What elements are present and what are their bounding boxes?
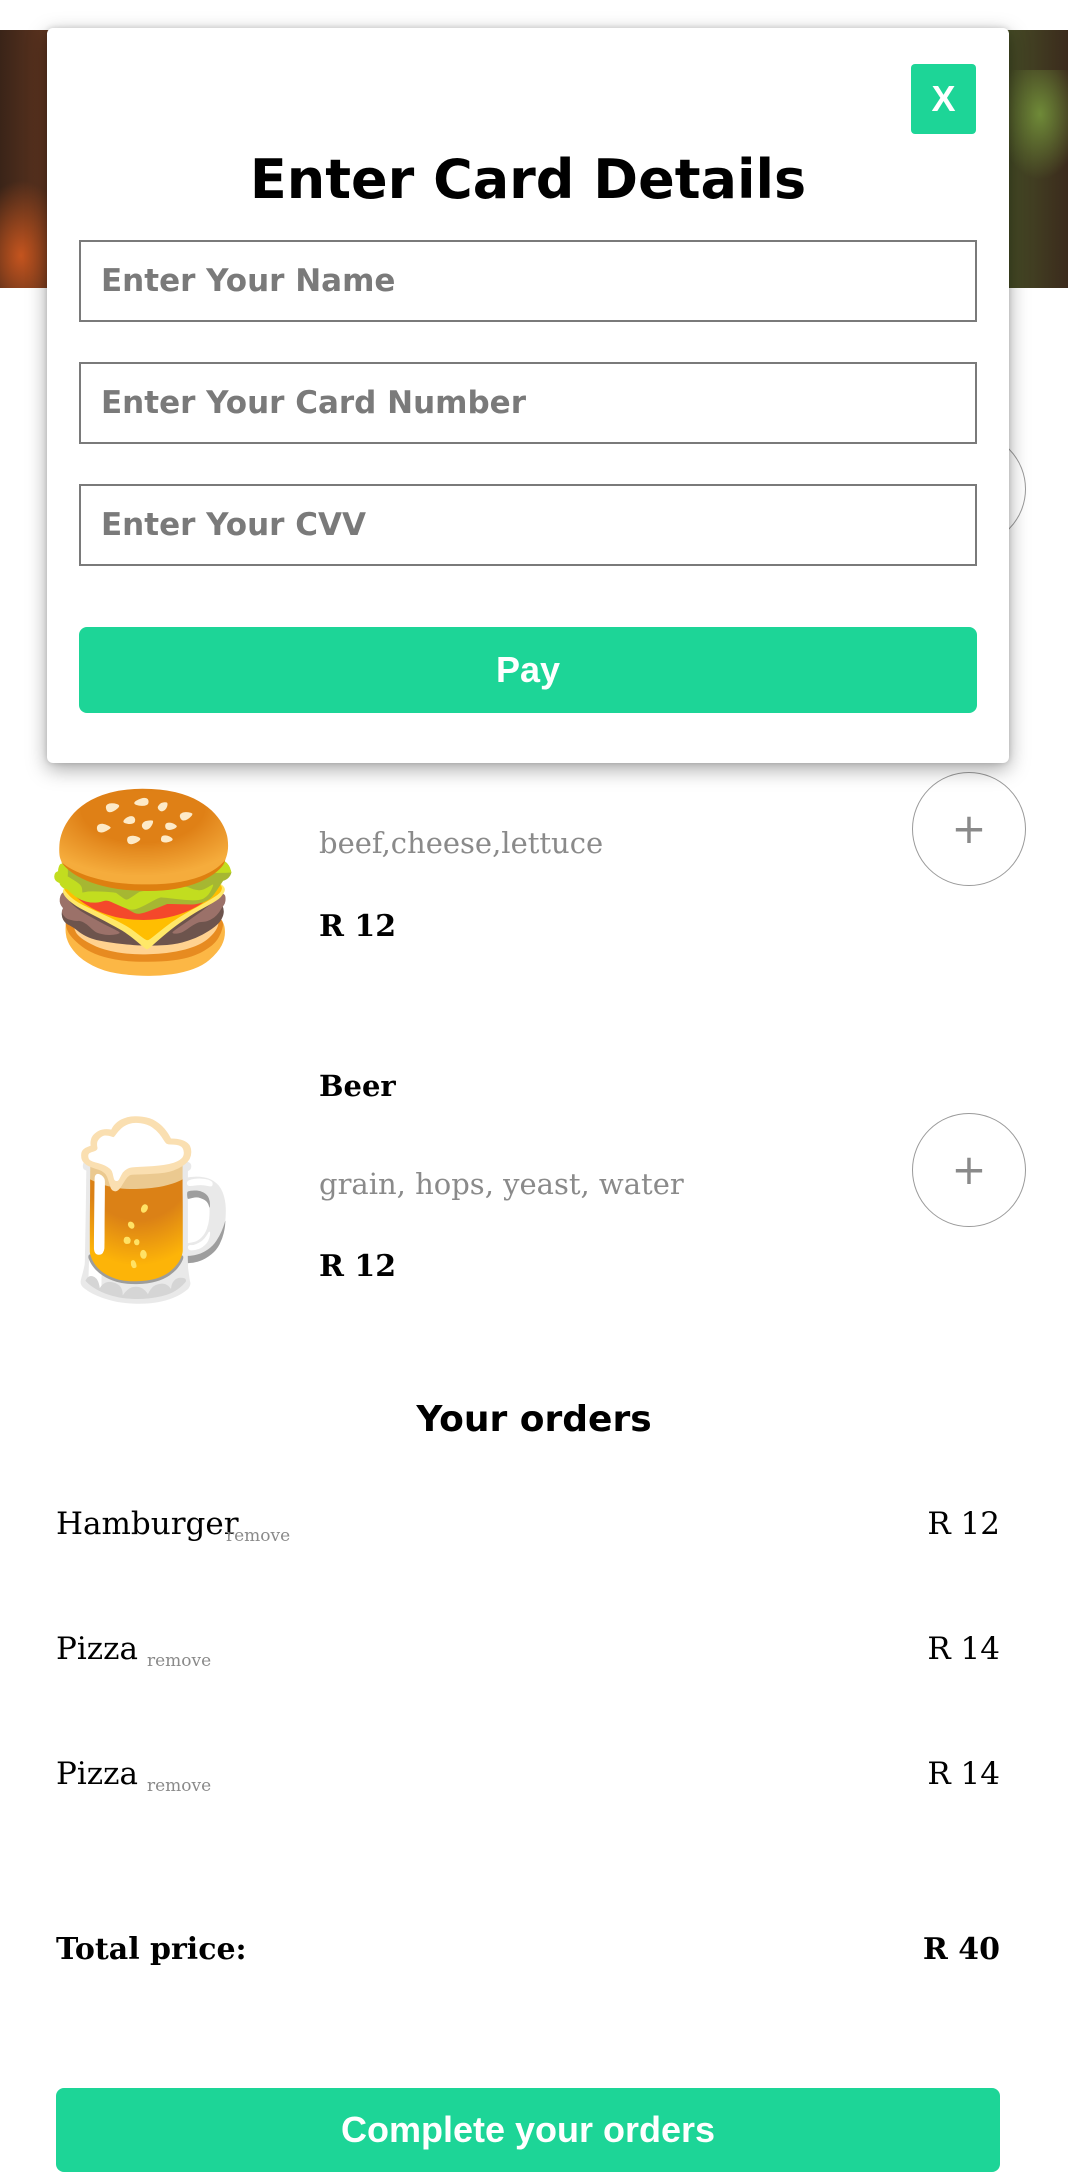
complete-orders-button[interactable]: Complete your orders [56,2088,1000,2172]
remove-link[interactable]: remove [147,1776,211,1796]
item-description: grain, hops, yeast, water [319,1167,684,1201]
order-row: Hamburger remove R 12 [56,1506,1000,1556]
order-price: R 14 [927,1756,1000,1792]
order-price: R 12 [927,1506,1000,1542]
order-name: Hamburger [56,1506,239,1542]
item-price: R 12 [319,1249,397,1284]
menu-item: 🍔 beef,cheese,lettuce R 12 + [0,770,1068,1030]
hamburger-image: 🍔 [38,784,250,982]
add-beer-button[interactable]: + [912,1113,1026,1227]
total-price-value: R 40 [922,1932,1000,1967]
card-details-modal: X Enter Card Details Pay [47,28,1009,763]
order-price: R 14 [927,1631,1000,1667]
add-hamburger-button[interactable]: + [912,772,1026,886]
cvv-input[interactable] [79,484,977,566]
order-row: Pizza remove R 14 [56,1631,1000,1681]
orders-title: Your orders [416,1399,652,1440]
item-description: beef,cheese,lettuce [319,826,604,860]
name-input[interactable] [79,240,977,322]
menu-item: 🍺 Beer grain, hops, yeast, water R 12 + [0,1065,1068,1325]
total-price-label: Total price: [56,1932,247,1967]
order-row: Pizza remove R 14 [56,1756,1000,1806]
remove-link[interactable]: remove [226,1526,290,1546]
pay-button[interactable]: Pay [79,627,977,713]
card-number-input[interactable] [79,362,977,444]
beer-image: 🍺 [38,1111,250,1309]
order-name: Pizza [56,1756,138,1792]
item-name: Beer [319,1069,396,1103]
item-price: R 12 [319,909,397,944]
modal-title: Enter Card Details [249,148,807,211]
remove-link[interactable]: remove [147,1651,211,1671]
order-name: Pizza [56,1631,138,1667]
close-button[interactable]: X [911,64,976,134]
